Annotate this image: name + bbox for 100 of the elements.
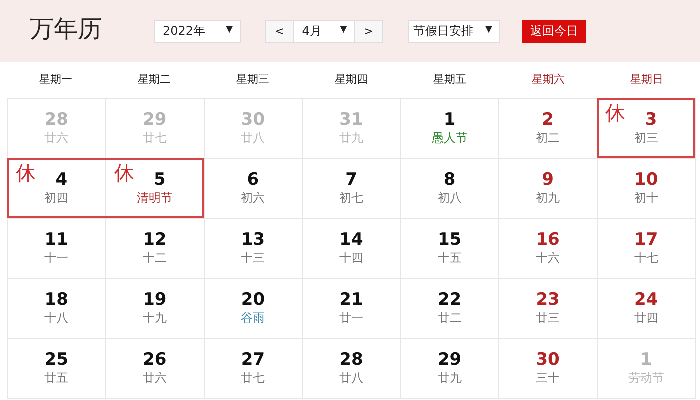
return-today-button[interactable]: 返回今日 (522, 20, 586, 42)
lunar-date: 劳动节 (628, 370, 664, 388)
day-cell[interactable]: 29 廿九 (401, 339, 500, 399)
day-number: 12 (143, 230, 167, 250)
day-cell[interactable]: 19 十九 (106, 279, 205, 339)
weekday-header: 星期六 (530, 72, 566, 88)
day-number: 6 (247, 170, 260, 190)
day-number: 23 (536, 290, 560, 310)
rest-day-mark: 休 (606, 101, 626, 125)
day-number: 7 (346, 170, 358, 190)
lunar-date: 十二 (142, 250, 167, 268)
lunar-date: 清明节 (136, 190, 173, 208)
day-cell[interactable]: 8 初八 (401, 159, 500, 219)
day-cell[interactable]: 25 廿五 (8, 339, 106, 399)
day-number: 9 (542, 170, 554, 190)
lunar-date: 廿七 (241, 370, 266, 388)
day-number: 28 (44, 110, 68, 130)
lunar-date: 谷雨 (241, 310, 266, 328)
weekday-header: 星期二 (137, 72, 172, 88)
holiday-dropdown[interactable]: 节假日安排 ▼ (408, 20, 500, 42)
day-cell[interactable]: 6 初六 (204, 159, 303, 219)
day-number: 19 (143, 290, 167, 310)
day-number: 10 (634, 170, 658, 190)
day-cell[interactable]: 18 十八 (8, 279, 106, 339)
day-cell[interactable]: 20 谷雨 (204, 279, 303, 339)
day-cell[interactable]: 30 三十 (499, 339, 598, 399)
lunar-date: 初六 (241, 190, 266, 208)
lunar-date: 十四 (339, 250, 364, 268)
lunar-date: 初八 (438, 190, 462, 208)
weekday-header: 星期三 (236, 72, 271, 88)
day-cell[interactable]: 16 十六 (499, 219, 598, 279)
month-dropdown[interactable]: 4月 ▼ (294, 20, 354, 42)
day-cell[interactable]: 23 廿三 (499, 279, 598, 339)
day-cell[interactable]: 9 初九 (499, 159, 598, 219)
day-number: 20 (241, 290, 266, 310)
day-number: 30 (536, 350, 560, 370)
day-number: 16 (536, 230, 560, 250)
lunar-date: 初二 (536, 130, 560, 148)
day-number: 29 (438, 350, 462, 370)
rest-day-mark: 休 (16, 161, 36, 185)
day-cell[interactable]: 2 初二 (499, 99, 598, 159)
day-number: 8 (444, 170, 456, 190)
day-number: 24 (634, 290, 658, 310)
lunar-date: 十六 (536, 250, 560, 268)
day-cell[interactable]: 休 3 初三 (598, 99, 696, 159)
next-month-button[interactable]: > (354, 20, 384, 42)
lunar-date: 十一 (44, 250, 69, 268)
day-cell[interactable]: 27 廿七 (204, 339, 303, 399)
lunar-date: 廿八 (339, 370, 364, 388)
day-cell[interactable]: 7 初七 (302, 159, 402, 219)
day-number: 11 (44, 230, 68, 250)
day-cell[interactable]: 24 廿四 (598, 279, 696, 339)
day-cell[interactable]: 13 十三 (204, 219, 303, 279)
day-cell[interactable]: 休 5 清明节 (106, 159, 205, 219)
day-number: 15 (438, 230, 462, 250)
lunar-date: 十三 (241, 250, 266, 268)
lunar-date: 廿九 (438, 370, 462, 388)
lunar-date: 十七 (634, 250, 658, 268)
rest-day-mark: 休 (114, 161, 134, 185)
previous-month-button[interactable]: < (265, 20, 294, 42)
day-cell[interactable]: 28 廿八 (302, 339, 402, 399)
day-cell[interactable]: 10 初十 (598, 159, 696, 219)
day-cell[interactable]: 12 十二 (106, 219, 205, 279)
day-cell[interactable]: 1 愚人节 (401, 99, 500, 159)
lunar-date: 廿七 (142, 130, 167, 148)
day-number: 30 (241, 110, 266, 130)
lunar-date: 初十 (634, 190, 658, 208)
day-number: 1 (444, 110, 456, 130)
day-cell[interactable]: 21 廿一 (302, 279, 402, 339)
day-number: 17 (634, 230, 658, 250)
day-cell[interactable]: 休 4 初四 (8, 159, 106, 219)
lunar-date: 廿八 (241, 130, 266, 148)
lunar-date: 廿五 (44, 370, 69, 388)
day-cell[interactable]: 11 十一 (8, 219, 106, 279)
day-number: 2 (542, 110, 554, 130)
day-number: 29 (143, 110, 167, 130)
app-title: 万年历 (30, 14, 102, 45)
lunar-date: 廿一 (339, 310, 364, 328)
lunar-date: 十八 (44, 310, 69, 328)
day-number: 26 (143, 350, 167, 370)
year-dropdown[interactable]: 2022年 ▼ (154, 20, 241, 42)
day-number: 14 (340, 230, 364, 250)
lunar-date: 十五 (438, 250, 462, 268)
day-number: 4 (56, 170, 68, 190)
lunar-date: 十九 (142, 310, 167, 328)
lunar-date: 廿三 (536, 310, 560, 328)
day-cell[interactable]: 26 廿六 (106, 339, 205, 399)
day-cell[interactable]: 14 十四 (302, 219, 402, 279)
day-number: 28 (340, 350, 364, 370)
weekday-header: 星期一 (38, 72, 74, 88)
day-number: 3 (645, 110, 658, 130)
lunar-date: 愚人节 (432, 130, 468, 148)
lunar-date: 初四 (44, 190, 69, 208)
weekday-header: 星期五 (432, 72, 468, 88)
day-number: 1 (640, 350, 652, 370)
day-cell[interactable]: 17 十七 (598, 219, 696, 279)
day-number: 5 (154, 170, 166, 190)
day-cell[interactable]: 15 十五 (401, 219, 500, 279)
day-number: 18 (44, 290, 68, 310)
day-cell[interactable]: 22 廿二 (401, 279, 500, 339)
